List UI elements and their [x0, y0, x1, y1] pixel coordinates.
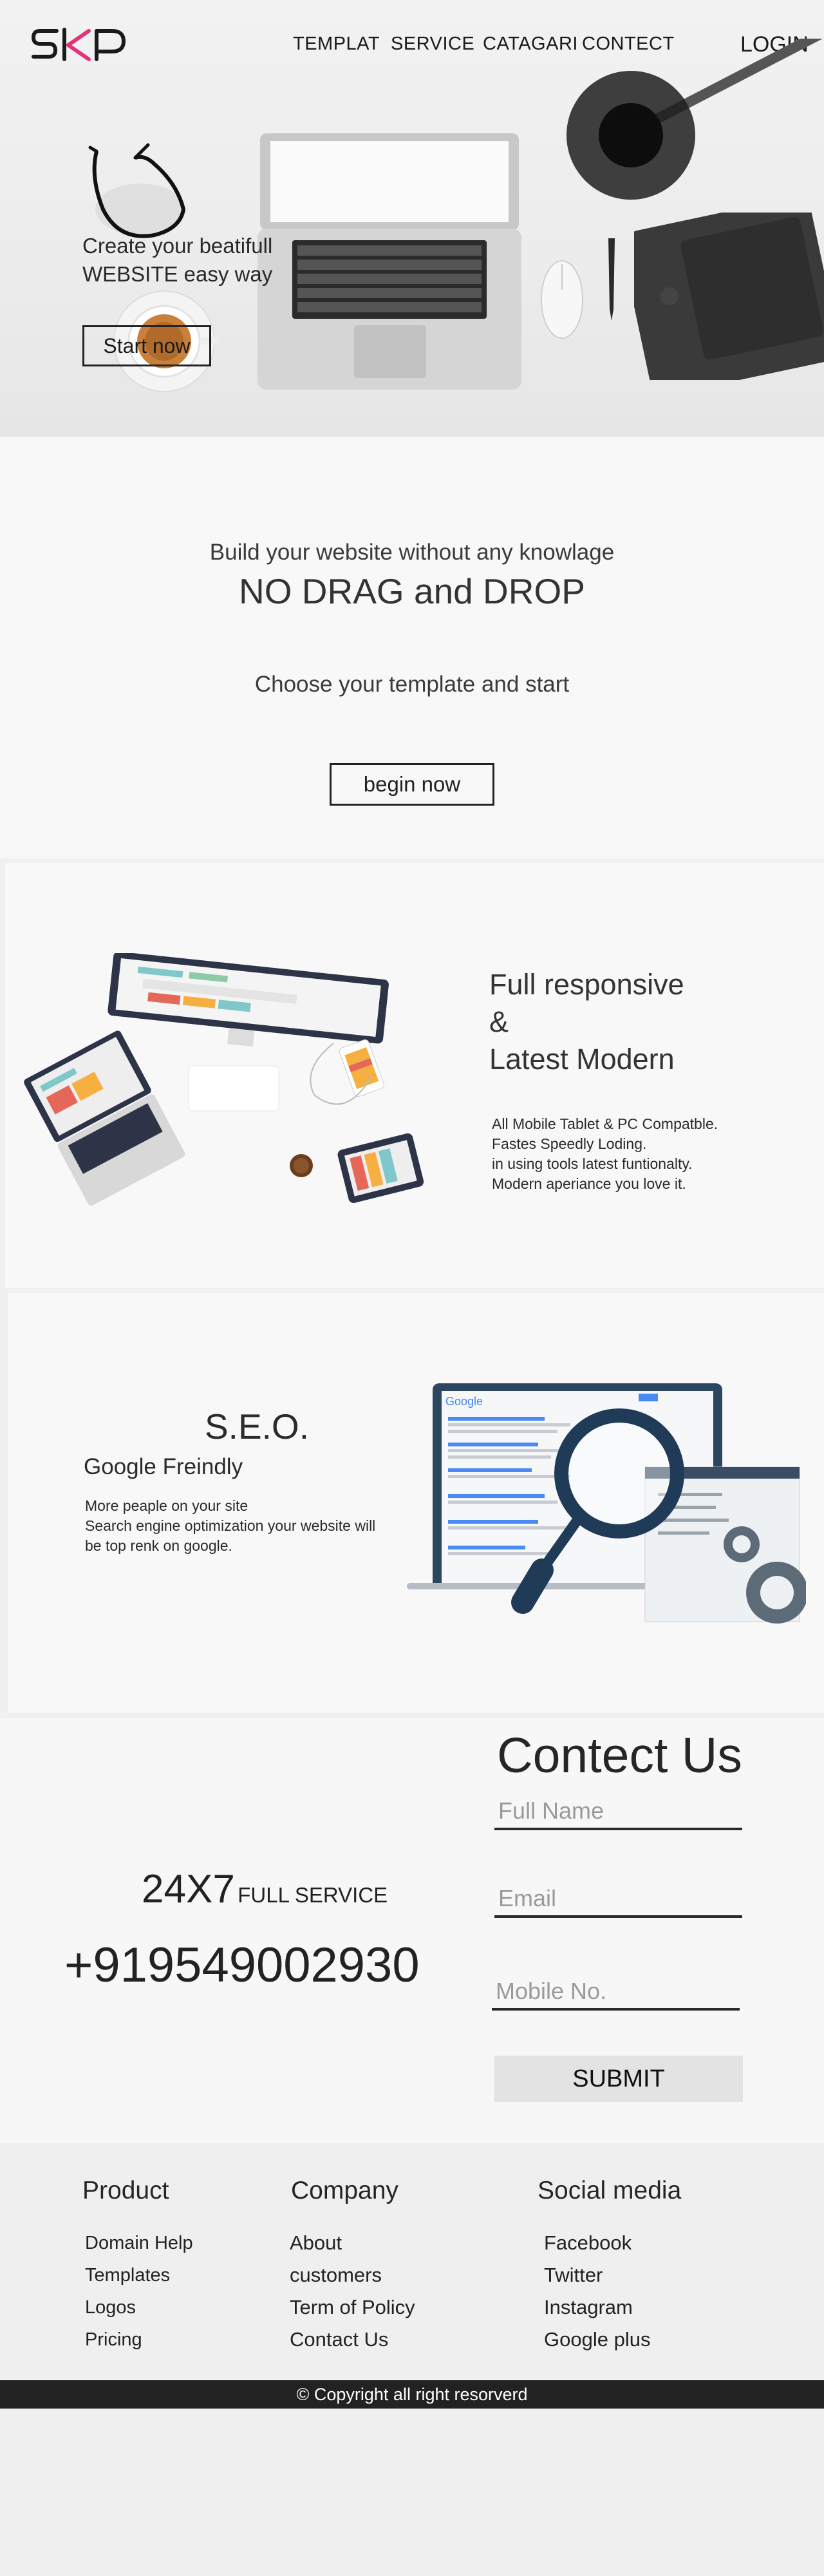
hero-tagline-line2: WEBSITE easy way [82, 262, 273, 286]
responsive-title-line2: & [489, 1005, 509, 1038]
footer-link-instagram[interactable]: Instagram [544, 2291, 650, 2324]
footer: Product Domain Help Templates Logos Pric… [0, 2143, 824, 2380]
responsive-title: Full responsive & Latest Modern [489, 966, 684, 1078]
footer-link-about[interactable]: About [290, 2227, 415, 2259]
footer-social-links: Facebook Twitter Instagram Google plus [544, 2227, 650, 2356]
footer-link-term-of-policy[interactable]: Term of Policy [290, 2291, 415, 2324]
seo-desc-line: More peaple on your site [85, 1497, 248, 1514]
begin-now-button[interactable]: begin now [330, 763, 494, 806]
drawing-tablet-illustration [634, 213, 824, 380]
start-now-button[interactable]: Start now [82, 325, 211, 366]
email-input[interactable] [494, 1882, 742, 1918]
seo-desc-line: be top renk on google. [85, 1537, 232, 1554]
service-info: 24X7 FULL SERVICE [142, 1866, 388, 1912]
responsive-desc-line: in using tools latest funtionalty. [492, 1155, 693, 1172]
seo-illustration: Google [407, 1383, 806, 1624]
footer-company-links: About customers Term of Policy Contact U… [290, 2227, 415, 2356]
footer-link-customers[interactable]: customers [290, 2259, 415, 2291]
submit-button[interactable]: SUBMIT [494, 2056, 743, 2102]
responsive-title-line1: Full responsive [489, 968, 684, 1001]
responsive-description: All Mobile Tablet & PC Compatble. Fastes… [492, 1114, 718, 1194]
contact-title: Contect Us [497, 1728, 742, 1783]
service-label: FULL SERVICE [238, 1883, 388, 1907]
skp-logo[interactable] [31, 23, 127, 68]
devices-illustration [24, 953, 424, 1206]
seo-description: More peaple on your site Search engine o… [85, 1496, 375, 1556]
contact-section: Contect Us SUBMIT 24X7 FULL SERVICE +919… [0, 1718, 824, 2143]
laptop-illustration [258, 133, 521, 390]
seo-subtitle: Google Freindly [84, 1454, 243, 1479]
hero-tagline: Create your beatifull WEBSITE easy way [82, 232, 272, 289]
responsive-title-line3: Latest Modern [489, 1043, 675, 1075]
intro-subtitle: Build your website without any knowlage [209, 540, 615, 565]
footer-link-contact-us[interactable]: Contact Us [290, 2324, 415, 2356]
fullname-input[interactable] [494, 1794, 742, 1830]
stylus-icon [608, 238, 615, 321]
seo-desc-line: Search engine optimization your website … [85, 1517, 376, 1534]
footer-social-title: Social media [538, 2177, 682, 2204]
mobile-input[interactable] [492, 1975, 740, 2011]
footer-product-links: Domain Help Templates Logos Pricing [85, 2227, 193, 2356]
intro-section: Build your website without any knowlage … [0, 437, 824, 858]
hero-section: TEMPLAT SERVICE CATAGARI CONTECT LOGIN C… [0, 0, 824, 437]
footer-link-templates[interactable]: Templates [85, 2259, 193, 2291]
footer-link-pricing[interactable]: Pricing [85, 2324, 193, 2356]
footer-link-twitter[interactable]: Twitter [544, 2259, 650, 2291]
nav-service[interactable]: SERVICE [391, 33, 474, 55]
nav-templat[interactable]: TEMPLAT [293, 33, 380, 55]
responsive-desc-line: All Mobile Tablet & PC Compatble. [492, 1115, 718, 1132]
google-logo-text: Google [445, 1395, 483, 1408]
seo-title: S.E.O. [205, 1406, 309, 1446]
seo-section: S.E.O. Google Freindly More peaple on yo… [8, 1293, 824, 1713]
responsive-desc-line: Modern aperiance you love it. [492, 1175, 686, 1192]
page-bottom-area [0, 2409, 824, 2576]
footer-link-domain-help[interactable]: Domain Help [85, 2227, 193, 2259]
footer-link-logos[interactable]: Logos [85, 2291, 193, 2324]
copyright-bar: © Copyright all right resorverd [0, 2380, 824, 2409]
footer-link-facebook[interactable]: Facebook [544, 2227, 650, 2259]
footer-company-title: Company [291, 2177, 398, 2204]
phone-number: +919549002930 [64, 1938, 420, 1993]
footer-product-title: Product [82, 2177, 169, 2204]
footer-link-google-plus[interactable]: Google plus [544, 2324, 650, 2356]
service-hours: 24X7 [142, 1867, 235, 1911]
hero-tagline-line1: Create your beatifull [82, 234, 273, 258]
responsive-section: Full responsive & Latest Modern All Mobi… [5, 863, 824, 1288]
intro-choose-text: Choose your template and start [254, 672, 570, 697]
intro-title: NO DRAG and DROP [239, 571, 585, 611]
responsive-desc-line: Fastes Speedly Loding. [492, 1135, 647, 1152]
